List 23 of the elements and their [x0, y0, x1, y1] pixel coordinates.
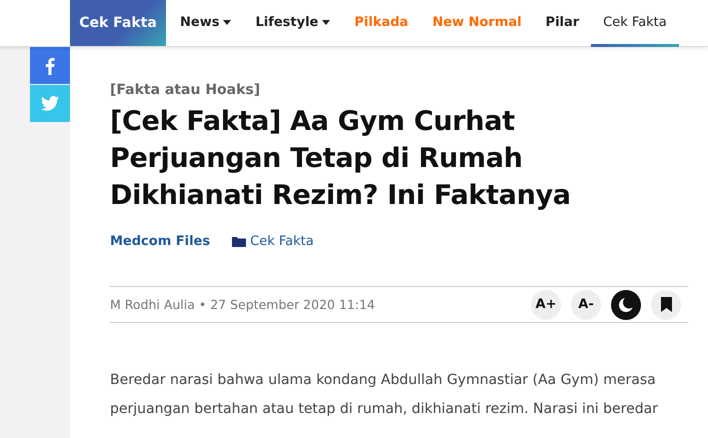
- bird-icon: [41, 96, 59, 111]
- article-paragraph: Beredar narasi bahwa ulama kondang Abdullah Gymnastiar (Aa Gym) merasa perjuangan bertahan atau tetap di rumah, dikhianati rezim. Narasi ini beredar: [110, 371, 659, 419]
- brand-tab[interactable]: Cek Fakta: [70, 0, 166, 46]
- dark-mode-button[interactable]: [611, 290, 641, 320]
- caret-icon: [223, 20, 232, 24]
- article-title: [Cek Fakta] Aa Gym Curhat Perjuangan Tetap di Rumah Dikhianati Rezim? Ini Faktanya: [110, 105, 572, 213]
- byline-text: M Rodhi Aulia • 27 September 2020 11:14: [110, 297, 375, 312]
- facebook-share-button[interactable]: [30, 47, 70, 84]
- facebook-icon: [45, 56, 55, 74]
- moon-icon: [618, 296, 634, 312]
- nav-tab[interactable]: Lifestyle: [243, 0, 342, 47]
- nav-tab[interactable]: News: [166, 0, 244, 47]
- channel-link[interactable]: Medcom Files: [110, 234, 210, 249]
- kicker-text: [Fakta atau Hoaks]: [110, 81, 262, 99]
- category-link[interactable]: Cek Fakta: [232, 234, 314, 249]
- caret-icon: [322, 20, 330, 24]
- increase-font-button[interactable]: A+: [531, 290, 561, 320]
- nav-tab[interactable]: Pilar: [534, 0, 592, 47]
- bookmark-button[interactable]: [651, 290, 681, 320]
- decrease-font-button[interactable]: A-: [571, 290, 601, 320]
- nav-tab[interactable]: Cek Fakta: [591, 0, 679, 47]
- folder-icon: [232, 236, 246, 247]
- bookmark-icon: [660, 297, 672, 312]
